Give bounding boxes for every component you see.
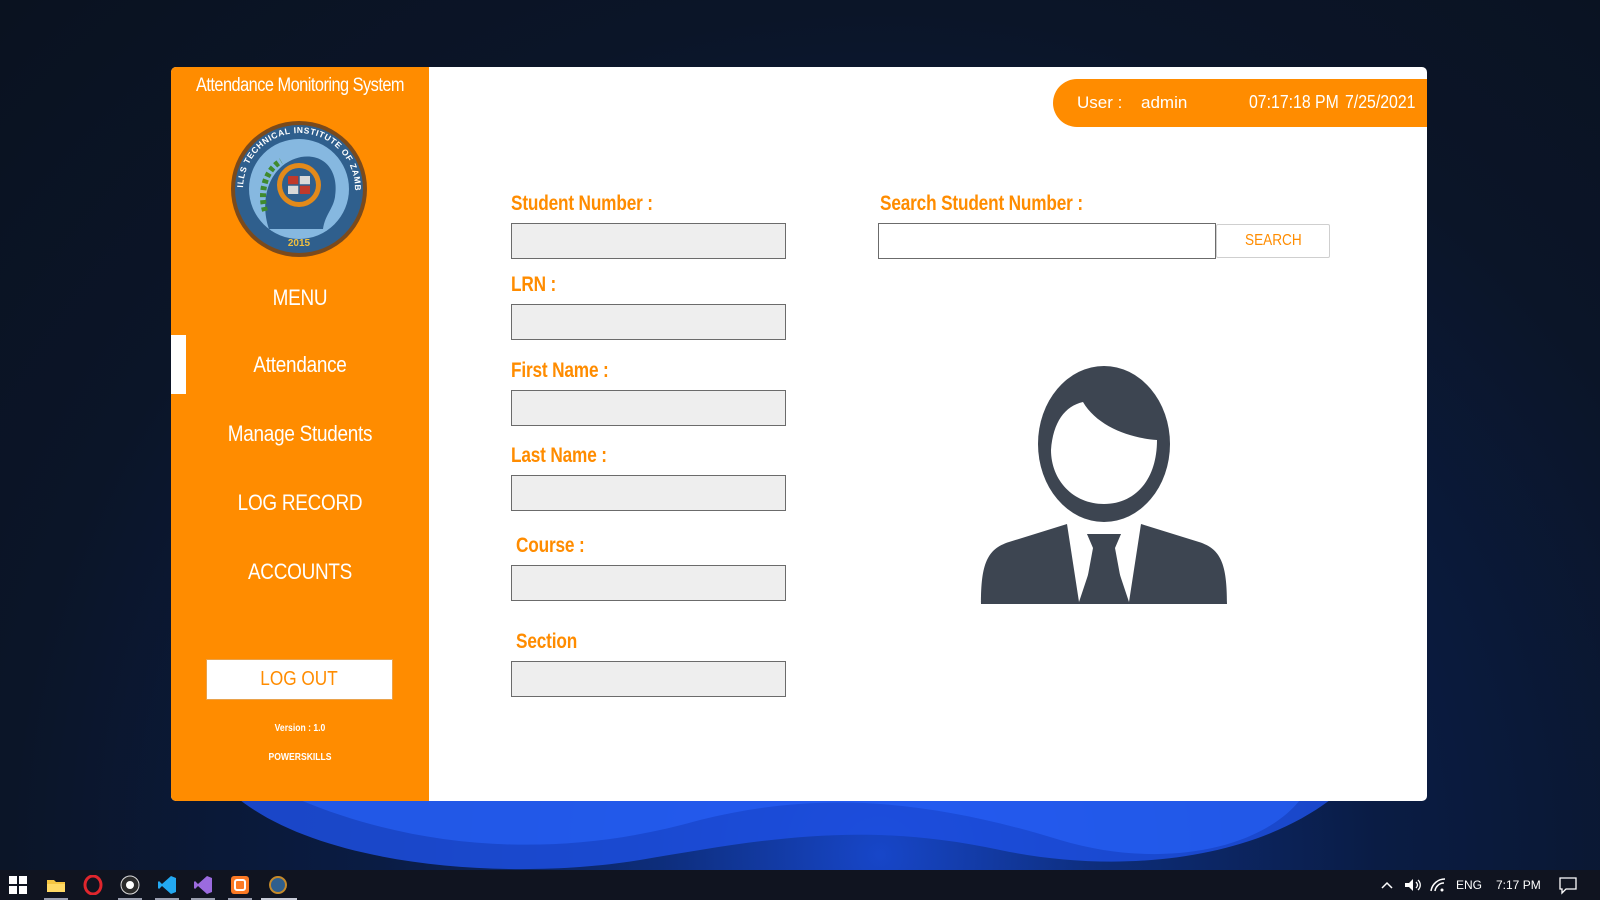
search-student-number-input[interactable] (878, 223, 1216, 259)
nav-attendance[interactable]: Attendance (189, 352, 411, 378)
logout-button-label: LOG OUT (260, 668, 339, 690)
last-name-label: Last Name : (511, 444, 607, 467)
nav-manage-students[interactable]: Manage Students (189, 421, 411, 447)
section-label: Section (516, 630, 578, 653)
institute-logo: POWER SKILLS TECHNICAL INSTITUTE OF ZAMB… (229, 119, 367, 257)
logo-year: 2015 (288, 238, 311, 249)
course-label: Course : (516, 534, 585, 557)
attendance-app-icon[interactable] (268, 875, 288, 895)
org-label: POWERSKILLS (268, 752, 332, 763)
user-value: admin (1141, 93, 1188, 112)
last-name-field[interactable] (511, 475, 786, 511)
visual-studio-icon[interactable] (193, 875, 213, 895)
active-nav-indicator (171, 335, 186, 394)
user-status-bar: User : admin 07:17:18 PM 7/25/2021 (1053, 79, 1427, 127)
menu-heading: MENU (272, 285, 328, 310)
volume-icon[interactable] (1403, 875, 1423, 895)
taskbar: ENG 7:17 PM (0, 870, 1600, 900)
file-explorer-icon[interactable] (46, 875, 66, 895)
first-name-label: First Name : (511, 359, 609, 382)
clock-date: 7/25/2021 (1345, 92, 1416, 112)
logout-button[interactable]: LOG OUT (206, 659, 393, 700)
search-button-label: SEARCH (1244, 232, 1302, 249)
section-field[interactable] (511, 661, 786, 697)
language-indicator[interactable]: ENG (1456, 878, 1482, 892)
taskbar-clock[interactable]: 7:17 PM (1496, 878, 1541, 892)
start-icon[interactable] (8, 875, 28, 895)
app-window: Attendance Monitoring System POWER SKILL… (171, 67, 1427, 801)
search-label: Search Student Number : (880, 192, 1083, 215)
search-button[interactable]: SEARCH (1216, 224, 1330, 258)
chevron-up-icon[interactable] (1380, 875, 1394, 895)
opera-icon[interactable] (83, 875, 103, 895)
nav-log-record[interactable]: LOG RECORD (189, 490, 411, 516)
vscode-icon[interactable] (157, 875, 177, 895)
user-label: User : (1077, 93, 1123, 112)
student-number-field[interactable] (511, 223, 786, 259)
app-title: Attendance Monitoring System (195, 75, 405, 96)
obs-icon[interactable] (120, 875, 140, 895)
version-label: Version : 1.0 (274, 723, 326, 734)
wifi-icon[interactable] (1428, 875, 1448, 895)
student-number-label: Student Number : (511, 192, 653, 215)
course-field[interactable] (511, 565, 786, 601)
clock-time: 07:17:18 PM (1249, 92, 1339, 112)
notification-icon[interactable] (1558, 875, 1578, 895)
first-name-field[interactable] (511, 390, 786, 426)
sidebar: Attendance Monitoring System POWER SKILL… (171, 67, 429, 801)
student-photo-placeholder-icon (981, 366, 1227, 604)
lrn-label: LRN : (511, 273, 557, 296)
nav-accounts[interactable]: ACCOUNTS (189, 559, 411, 585)
lrn-field[interactable] (511, 304, 786, 340)
xampp-icon[interactable] (230, 875, 250, 895)
